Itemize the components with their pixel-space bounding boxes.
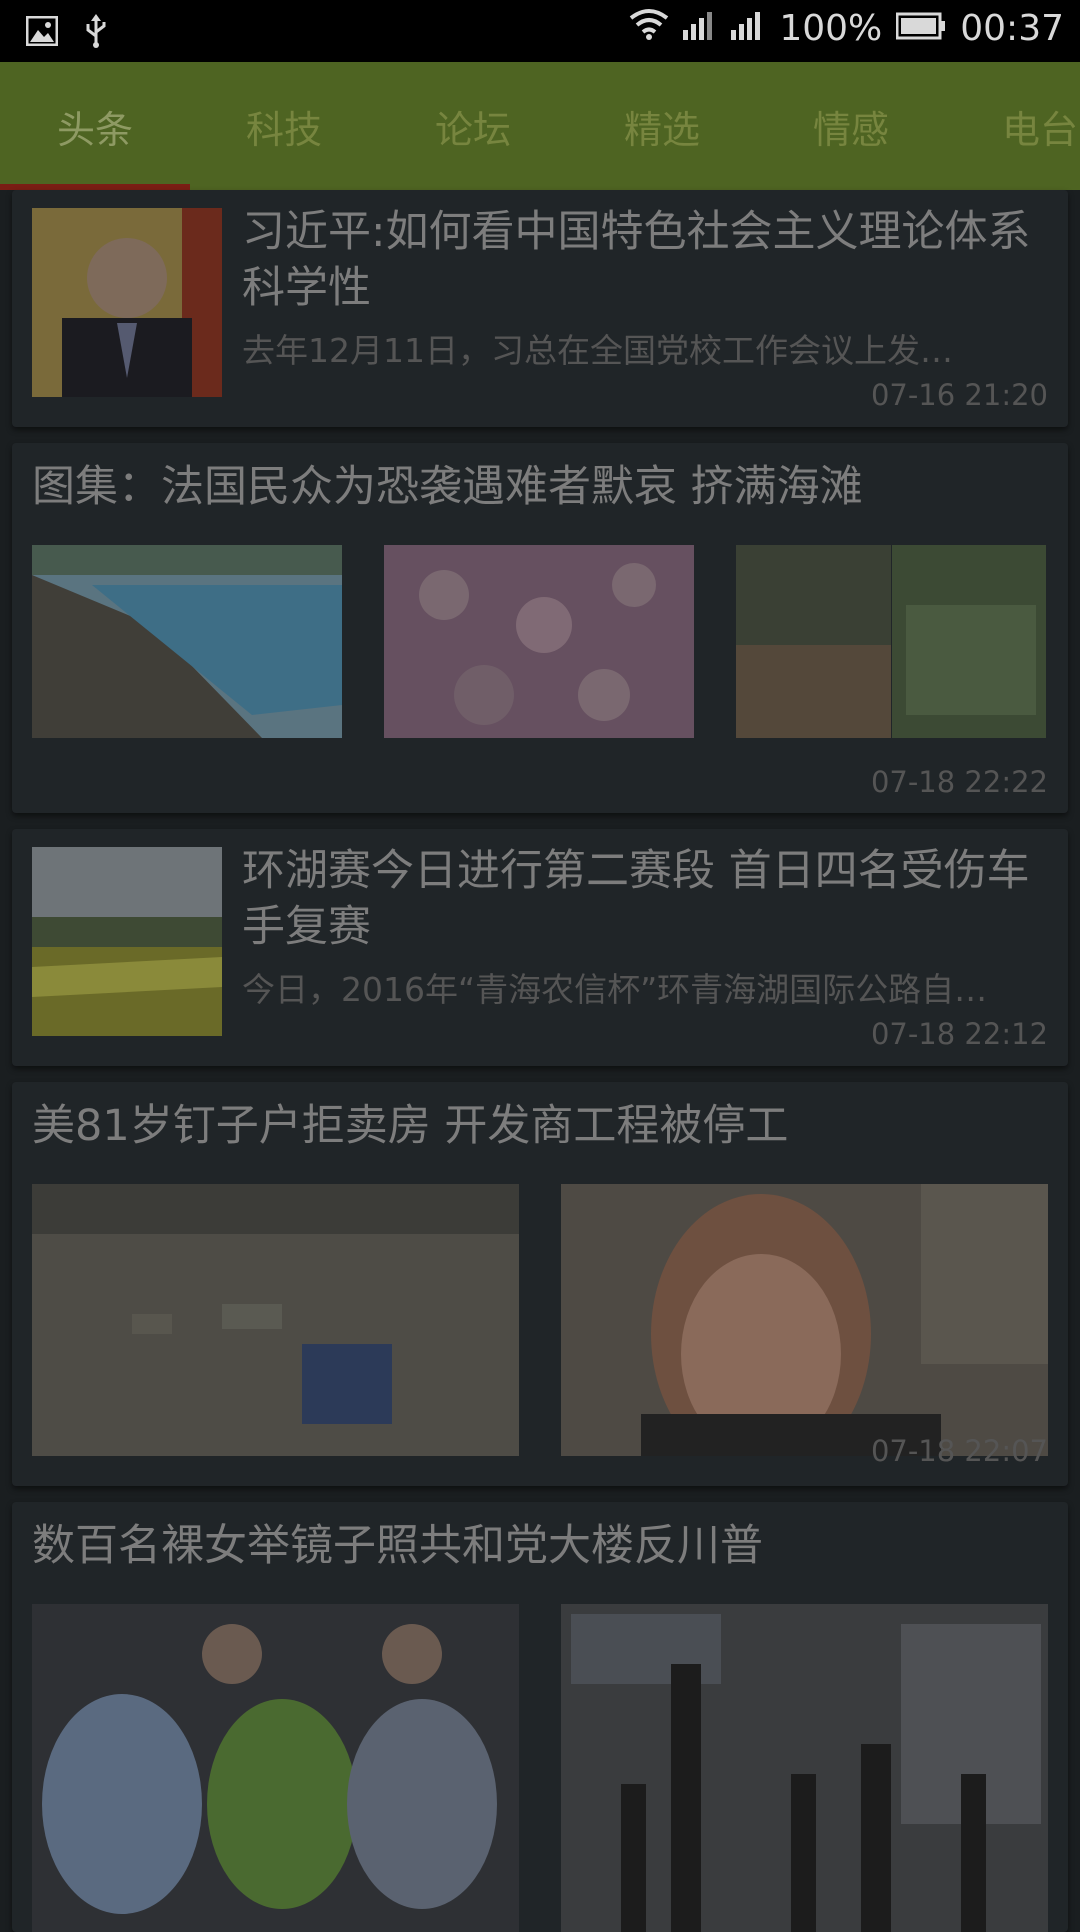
- news-image: [32, 545, 342, 738]
- battery-icon: [895, 8, 946, 49]
- news-item[interactable]: 图集：法国民众为恐袭遇难者默哀 挤满海滩 07-18 22:22: [12, 443, 1068, 813]
- tab-forum[interactable]: 论坛: [378, 62, 568, 190]
- tab-headlines[interactable]: 头条: [0, 62, 190, 190]
- news-time: 07-18 22:12: [870, 1017, 1048, 1051]
- signal-icon: [683, 8, 717, 49]
- usb-icon: [84, 14, 108, 52]
- news-image: [32, 1184, 519, 1456]
- tab-tech[interactable]: 科技: [189, 62, 379, 190]
- category-tab-bar: 头条 科技 论坛 精选 情感 电台: [0, 62, 1080, 190]
- clock: 00:37: [960, 8, 1064, 49]
- news-image: [32, 1604, 519, 1932]
- news-title: 美81岁钉子户拒卖房 开发商工程被停工: [32, 1101, 789, 1151]
- news-image: [736, 545, 1046, 738]
- news-item[interactable]: 习近平:如何看中国特色社会主义理论体系科学性 去年12月11日，习总在全国党校工…: [12, 190, 1068, 427]
- news-title: 习近平:如何看中国特色社会主义理论体系科学性: [242, 207, 1031, 313]
- news-summary: 今日，2016年“青海农信杯”环青海湖国际公路自…: [242, 970, 988, 1009]
- tab-radio[interactable]: 电台: [945, 62, 1080, 190]
- tab-emotion[interactable]: 情感: [756, 62, 946, 190]
- news-summary: 去年12月11日，习总在全国党校工作会议上发…: [242, 331, 953, 370]
- news-thumbnail: [32, 847, 222, 1036]
- news-time: 07-16 21:20: [870, 378, 1048, 412]
- signal-icon: [731, 8, 765, 49]
- news-item[interactable]: 环湖赛今日进行第二赛段 首日四名受伤车手复赛 今日，2016年“青海农信杯”环青…: [12, 829, 1068, 1066]
- status-bar: 100% 00:37: [0, 0, 1080, 62]
- battery-percent: 100%: [779, 8, 883, 49]
- news-image: [384, 545, 694, 738]
- news-time: 07-18 22:07: [870, 1434, 1048, 1468]
- news-title: 数百名裸女举镜子照共和党大楼反川普: [32, 1521, 763, 1571]
- news-item[interactable]: 美81岁钉子户拒卖房 开发商工程被停工 07-18 22:07: [12, 1082, 1068, 1486]
- news-image: [561, 1604, 1048, 1932]
- tab-featured[interactable]: 精选: [567, 62, 757, 190]
- wifi-icon: [629, 8, 669, 49]
- news-item[interactable]: 数百名裸女举镜子照共和党大楼反川普: [12, 1502, 1068, 1932]
- news-title: 图集：法国民众为恐袭遇难者默哀 挤满海滩: [32, 462, 863, 512]
- news-title: 环湖赛今日进行第二赛段 首日四名受伤车手复赛: [242, 846, 1030, 952]
- news-thumbnail: [32, 208, 222, 397]
- image-icon: [25, 15, 59, 50]
- news-time: 07-18 22:22: [870, 765, 1048, 799]
- news-image: [561, 1184, 1048, 1456]
